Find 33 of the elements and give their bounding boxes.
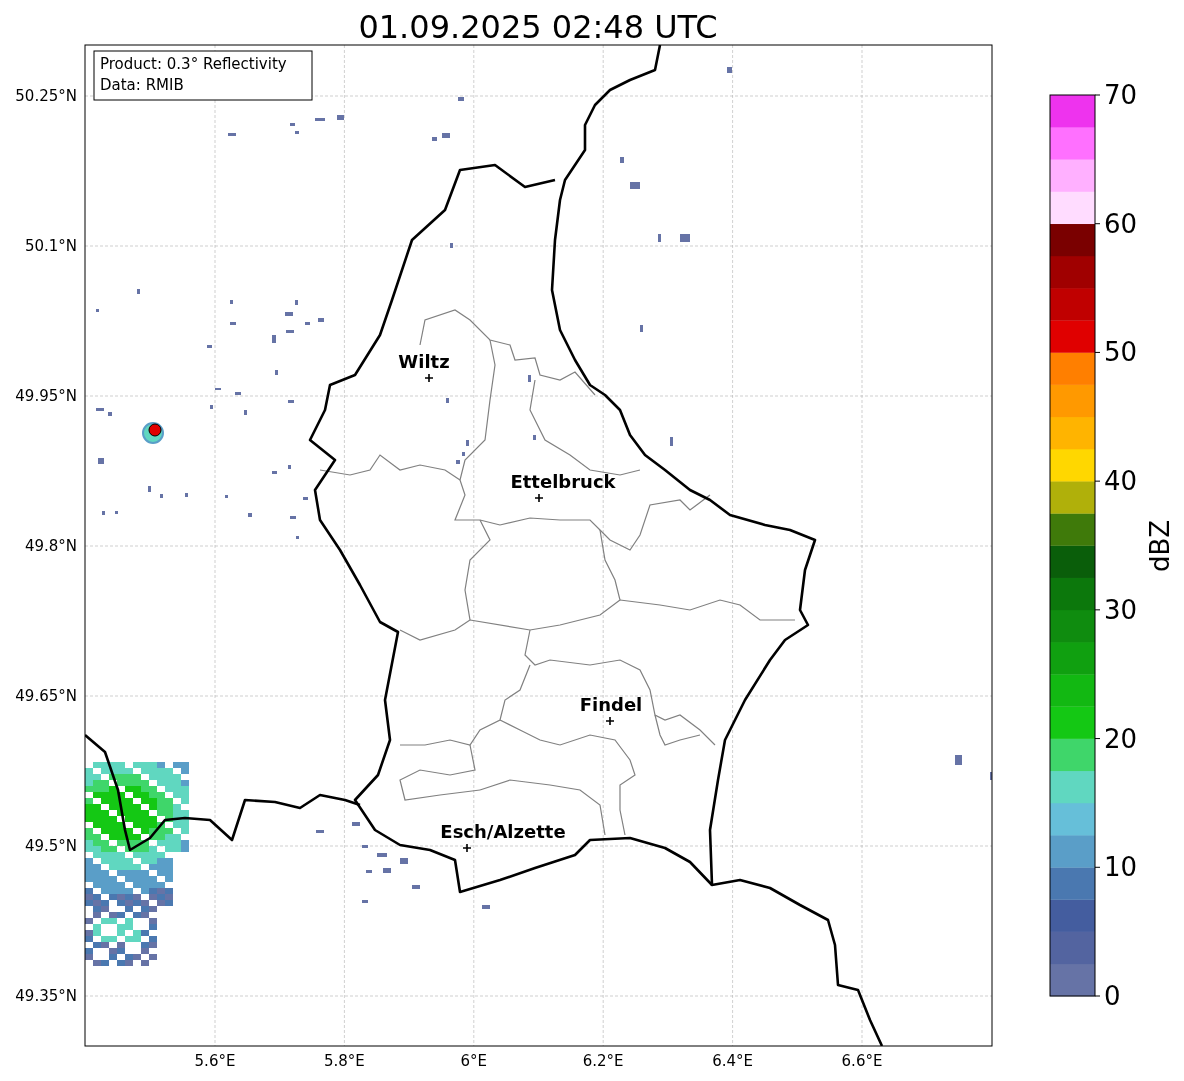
longitude-label: 5.8°E xyxy=(324,1052,365,1070)
plot-title: 01.09.2025 02:48 UTC xyxy=(358,8,718,46)
latitude-label: 49.8°N xyxy=(24,537,77,555)
city-marker-icon xyxy=(462,843,472,853)
annotation-text: Product: 0.3° Reflectivity xyxy=(100,55,287,73)
longitude-label: 5.6°E xyxy=(194,1052,236,1070)
colorbar-tick-label: 60 xyxy=(1104,208,1138,239)
city-marker-icon xyxy=(534,493,544,503)
colorbar-tick-label: 30 xyxy=(1104,594,1138,625)
colorbar-tick-label: 50 xyxy=(1104,337,1138,368)
latitude-label: 49.65°N xyxy=(15,687,77,705)
city-label: Findel xyxy=(579,694,643,715)
latitude-label: 50.25°N xyxy=(15,87,77,105)
city-label: Esch/Alzette xyxy=(440,821,566,842)
latitude-label: 49.95°N xyxy=(15,387,77,405)
city-label: Ettelbruck xyxy=(510,471,616,492)
longitude-label: 6°E xyxy=(460,1052,488,1070)
city-label: Wiltz xyxy=(398,351,450,372)
colorbar-tick-label: 20 xyxy=(1104,723,1138,754)
colorbar-tick-label: 10 xyxy=(1104,852,1138,883)
annotation-text: Data: RMIB xyxy=(100,76,184,94)
city-marker-icon xyxy=(424,373,434,383)
colorbar-tick-label: 0 xyxy=(1104,981,1121,1011)
colorbar-tick-label: 70 xyxy=(1104,80,1138,110)
latitude-label: 49.35°N xyxy=(15,987,77,1005)
colorbar-tick-label: 40 xyxy=(1104,466,1138,497)
longitude-label: 6.6°E xyxy=(841,1052,883,1070)
latitude-label: 50.1°N xyxy=(24,237,77,255)
longitude-label: 6.2°E xyxy=(582,1052,624,1070)
city-marker-icon xyxy=(605,716,615,726)
longitude-label: 6.4°E xyxy=(712,1052,753,1070)
latitude-label: 49.5°N xyxy=(24,837,77,855)
colorbar-label: dBZ xyxy=(1145,519,1175,573)
